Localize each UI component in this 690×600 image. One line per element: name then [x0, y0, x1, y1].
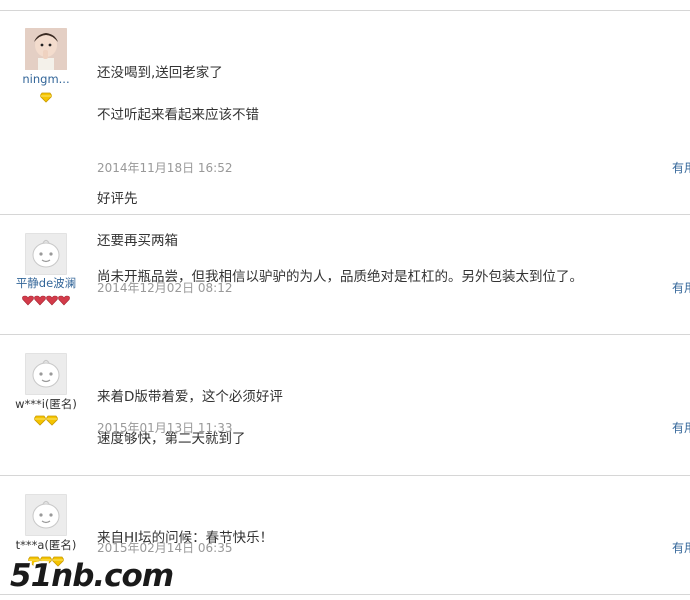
- yellow-diamond-icon: [45, 415, 59, 426]
- useful-link[interactable]: 有用: [672, 539, 690, 556]
- review-date: 2014年11月18日 16:52: [97, 161, 233, 175]
- default-avatar-icon: [26, 354, 66, 394]
- review-divider: [0, 475, 690, 476]
- useful-link[interactable]: 有用: [672, 159, 690, 176]
- review-divider: [0, 214, 690, 215]
- site-watermark: 51nb.com: [10, 558, 174, 594]
- review-date: 2015年02月14日 06:35: [97, 541, 233, 555]
- child-photo-icon: [25, 28, 67, 70]
- yellow-diamond-icon: [33, 415, 47, 426]
- red-heart-icon: [22, 295, 34, 306]
- useful-link[interactable]: 有用: [672, 279, 690, 296]
- user-avatar[interactable]: [25, 494, 67, 536]
- username[interactable]: 平静de波澜: [8, 275, 84, 291]
- review-text: 尚未开瓶品尝，但我相信以驴驴的为人，品质绝对是杠杠的。另外包装太到位了。: [97, 269, 583, 285]
- user-avatar[interactable]: [25, 353, 67, 395]
- username[interactable]: t***a(匿名): [8, 537, 84, 553]
- user-avatar[interactable]: [25, 28, 67, 70]
- red-heart-icon: [46, 295, 58, 306]
- review-date: 2015年01月13日 11:33: [97, 421, 233, 435]
- default-avatar-icon: [26, 234, 66, 274]
- level-badge: [0, 415, 92, 426]
- review-divider: [0, 334, 690, 335]
- red-heart-icon: [58, 295, 70, 306]
- level-badge: [0, 92, 92, 103]
- level-badge: [0, 295, 92, 306]
- review-text: 还没喝到,送回老家了 不过听起来看起来应该不错 好评先 还要再买两箱: [97, 65, 259, 249]
- username[interactable]: w***i(匿名): [8, 396, 84, 412]
- review-date: 2014年12月02日 08:12: [97, 281, 233, 295]
- top-divider: [0, 10, 690, 11]
- username[interactable]: ningm...: [8, 72, 84, 86]
- review-divider: [0, 594, 690, 595]
- yellow-diamond-icon: [39, 92, 53, 103]
- red-heart-icon: [34, 295, 46, 306]
- useful-link[interactable]: 有用: [672, 419, 690, 436]
- default-avatar-icon: [26, 495, 66, 535]
- user-avatar[interactable]: [25, 233, 67, 275]
